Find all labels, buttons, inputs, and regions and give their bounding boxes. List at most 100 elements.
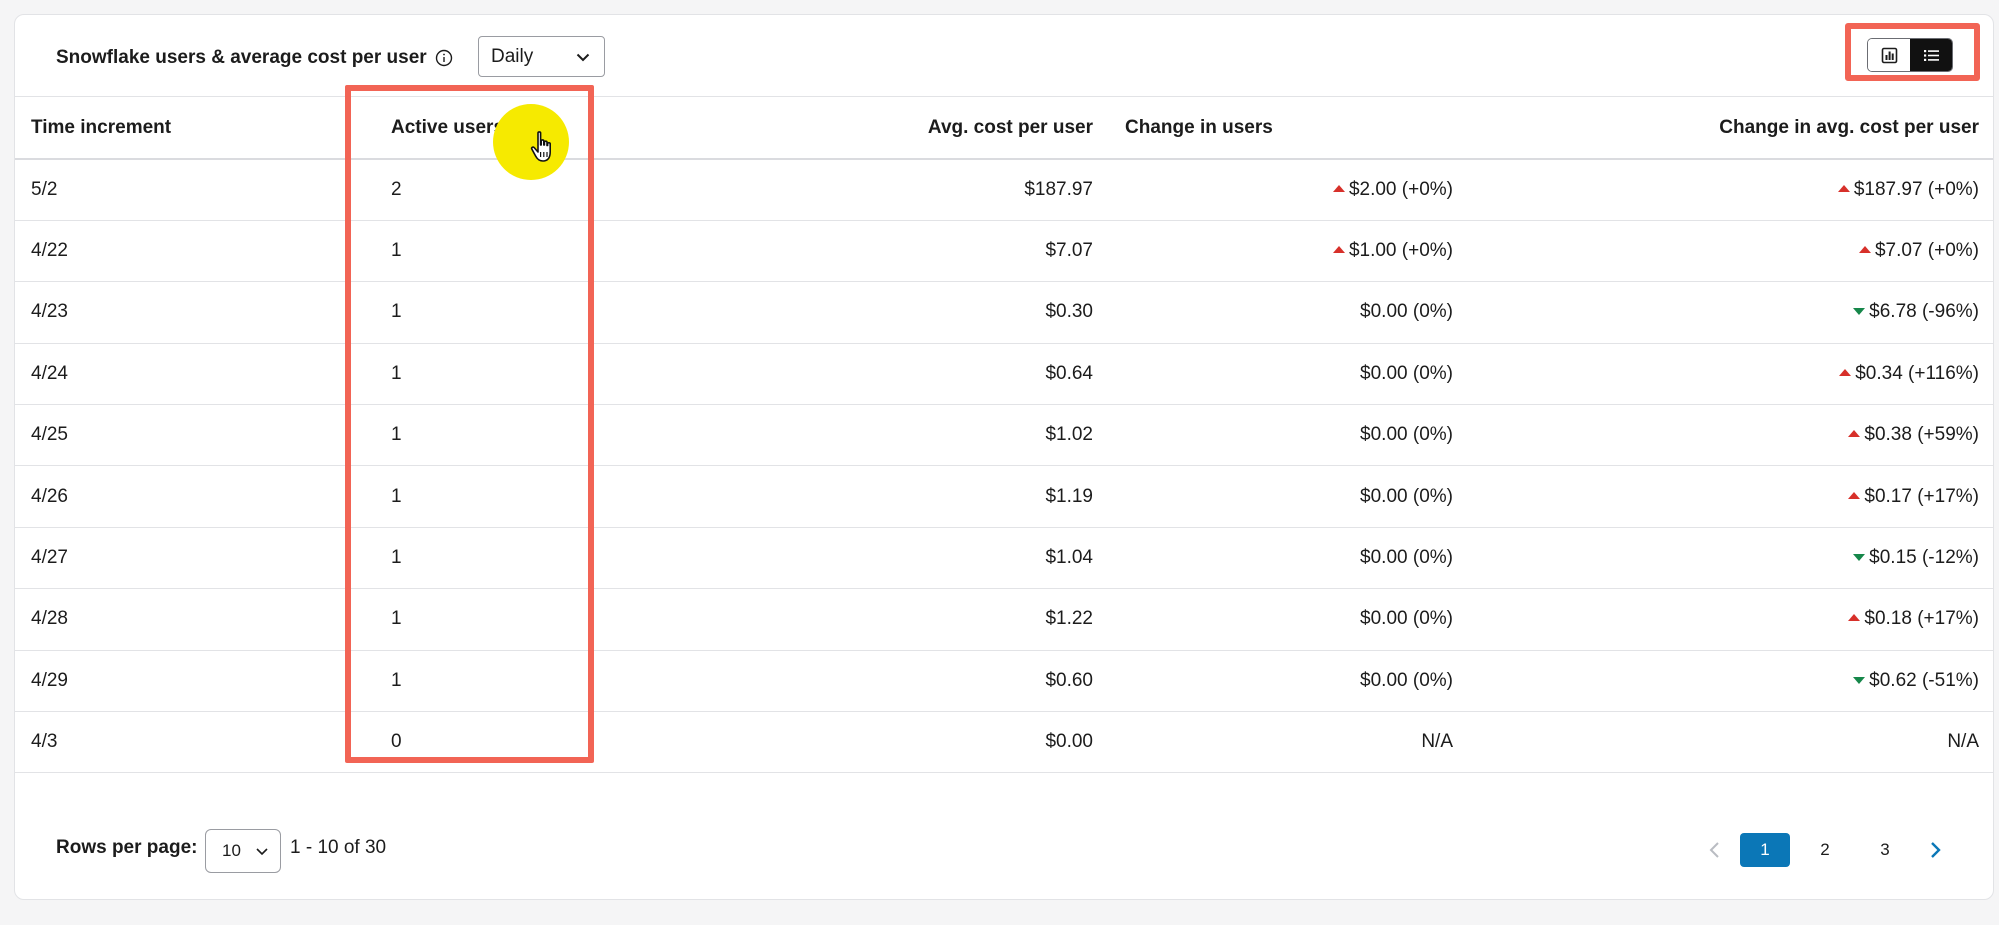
cell-active-users: 1: [360, 465, 600, 528]
cell-avg-cost-value: $187.97: [1024, 178, 1093, 200]
cell-change-avg-cost-value: $0.38 (+59%): [1864, 424, 1979, 446]
triangle-up-icon: [1332, 184, 1345, 192]
cell-change-users: $1.00 (+0%): [1109, 220, 1469, 283]
arrow-down-icon[interactable]: [514, 117, 532, 135]
cell-time-increment: 4/3: [15, 711, 360, 774]
cell-change-avg-cost: $6.78 (-96%): [1469, 281, 1993, 344]
cell-time-increment-value: 4/22: [31, 240, 68, 262]
cell-change-users: $2.00 (+0%): [1109, 159, 1469, 221]
cell-change-avg-cost: $0.34 (+116%): [1469, 343, 1993, 406]
cell-avg-cost-value: $1.22: [1045, 608, 1093, 630]
cell-change-avg-cost: $0.15 (-12%): [1469, 527, 1993, 590]
page-button-3[interactable]: 3: [1860, 833, 1910, 867]
cell-change-users-value: $0.00 (0%): [1360, 485, 1453, 507]
cell-avg-cost-value: $0.00: [1045, 731, 1093, 753]
cell-active-users-value: 1: [391, 301, 402, 323]
users-cost-table: Time increment Active users Avg. cost pe…: [15, 97, 1993, 774]
triangle-up-icon: [1858, 246, 1871, 254]
cell-change-users: $0.00 (0%): [1109, 650, 1469, 713]
rows-per-page-label: Rows per page:: [56, 837, 198, 858]
cell-avg-cost-value: $1.04: [1045, 547, 1093, 569]
cell-time-increment: 4/22: [15, 220, 360, 283]
cell-change-avg-cost-value: $187.97 (+0%): [1853, 178, 1979, 200]
cell-time-increment-value: 4/26: [31, 485, 68, 507]
cell-change-avg-cost-value: $0.17 (+17%): [1864, 485, 1979, 507]
chevron-down-icon: [576, 53, 590, 61]
cell-change-users: $0.00 (0%): [1109, 527, 1469, 590]
triangle-down-icon: [1853, 308, 1866, 316]
column-header-active-users[interactable]: Active users: [360, 97, 600, 160]
cell-avg-cost: $0.60: [600, 650, 1109, 713]
page-button-1[interactable]: 1: [1740, 833, 1790, 867]
cell-change-users: $0.00 (0%): [1109, 588, 1469, 651]
cell-avg-cost-value: $0.30: [1045, 301, 1093, 323]
table-body: 5/2 2 $187.97 $2.00 (+0%) $187.97 (+0%) 4/22 1…: [15, 159, 1993, 774]
table-row: 4/27 1 $1.04 $0.00 (0%) $0.15 (-12%): [15, 527, 1993, 590]
cell-avg-cost-value: $0.60: [1045, 669, 1093, 691]
cell-change-avg-cost-value: N/A: [1947, 731, 1979, 753]
cell-change-avg-cost: $0.38 (+59%): [1469, 404, 1993, 467]
info-circle-icon[interactable]: [435, 49, 453, 67]
cell-avg-cost-value: $1.02: [1045, 424, 1093, 446]
cell-change-avg-cost: $0.18 (+17%): [1469, 588, 1993, 651]
cell-change-avg-cost-value: $0.34 (+116%): [1855, 362, 1979, 384]
next-page-button[interactable]: [1915, 830, 1955, 870]
column-header-change-avg-cost[interactable]: Change in avg. cost per user: [1469, 97, 1993, 160]
cell-active-users: 2: [360, 159, 600, 221]
previous-page-button[interactable]: [1695, 830, 1735, 870]
cell-avg-cost: $7.07: [600, 220, 1109, 283]
cell-change-users-value: $0.00 (0%): [1360, 301, 1453, 323]
users-cost-card: Snowflake users & average cost per user …: [14, 14, 1994, 900]
cell-change-avg-cost: $0.62 (-51%): [1469, 650, 1993, 713]
cell-time-increment-value: 4/3: [31, 731, 58, 753]
table-row: 4/3 0 $0.00 N/A N/A: [15, 711, 1993, 774]
card-header: Snowflake users & average cost per user …: [15, 15, 1993, 97]
cell-active-users-value: 1: [391, 362, 402, 384]
page-button-2[interactable]: 2: [1800, 833, 1850, 867]
cell-change-users-value: $0.00 (0%): [1360, 669, 1453, 691]
table-row: 4/23 1 $0.30 $0.00 (0%) $6.78 (-96%): [15, 281, 1993, 344]
cell-avg-cost-value: $0.64: [1045, 362, 1093, 384]
cell-change-avg-cost: N/A: [1469, 711, 1993, 774]
view-toggle-annotation-box: [1845, 23, 1980, 81]
cell-change-users: $0.00 (0%): [1109, 404, 1469, 467]
table-row: 4/26 1 $1.19 $0.00 (0%) $0.17 (+17%): [15, 465, 1993, 528]
cell-active-users: 1: [360, 404, 600, 467]
cell-active-users: 1: [360, 220, 600, 283]
column-header-avg-cost[interactable]: Avg. cost per user: [600, 97, 1109, 160]
triangle-up-icon: [1837, 184, 1850, 192]
cell-avg-cost: $0.30: [600, 281, 1109, 344]
table-row: 5/2 2 $187.97 $2.00 (+0%) $187.97 (+0%): [15, 159, 1993, 221]
cell-active-users-value: 1: [391, 240, 402, 262]
triangle-up-icon: [1332, 246, 1345, 254]
cell-time-increment: 5/2: [15, 159, 360, 221]
column-header-change-users[interactable]: Change in users: [1109, 97, 1469, 160]
triangle-up-icon: [1848, 614, 1861, 622]
cell-change-users-value: $0.00 (0%): [1360, 362, 1453, 384]
cell-active-users-value: 1: [391, 669, 402, 691]
column-header-time-increment[interactable]: Time increment: [15, 97, 360, 160]
cell-change-users: N/A: [1109, 711, 1469, 774]
cell-avg-cost: $1.04: [600, 527, 1109, 590]
cell-time-increment-value: 4/28: [31, 608, 68, 630]
cell-time-increment-value: 4/29: [31, 669, 68, 691]
cell-avg-cost: $1.19: [600, 465, 1109, 528]
cell-time-increment: 4/26: [15, 465, 360, 528]
cell-change-users-value: $2.00 (+0%): [1348, 178, 1453, 200]
cell-avg-cost: $0.64: [600, 343, 1109, 406]
cell-change-users: $0.00 (0%): [1109, 343, 1469, 406]
cell-change-avg-cost-value: $6.78 (-96%): [1869, 301, 1979, 323]
cell-time-increment: 4/28: [15, 588, 360, 651]
period-select[interactable]: Daily: [478, 36, 605, 77]
chevron-down-icon: [256, 848, 268, 856]
pagination: 1 2 3: [1695, 830, 1955, 870]
title-group: Snowflake users & average cost per user: [56, 43, 453, 73]
cell-avg-cost-value: $1.19: [1045, 485, 1093, 507]
triangle-down-icon: [1853, 676, 1866, 684]
rows-per-page-select[interactable]: 10: [205, 829, 281, 873]
cell-time-increment-value: 4/25: [31, 424, 68, 446]
table-row: 4/24 1 $0.64 $0.00 (0%) $0.34 (+116%): [15, 343, 1993, 406]
cell-active-users: 1: [360, 588, 600, 651]
cell-change-users-value: $1.00 (+0%): [1348, 240, 1453, 262]
cell-time-increment: 4/25: [15, 404, 360, 467]
